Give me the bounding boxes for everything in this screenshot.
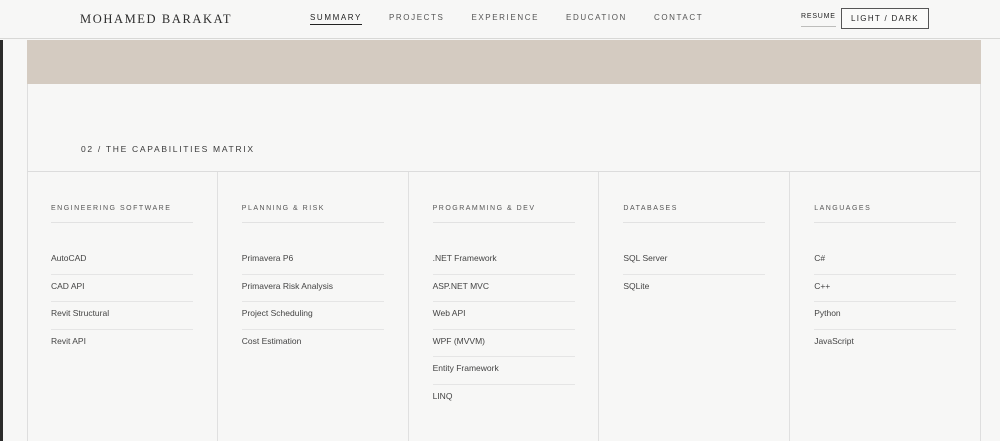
skill-item: Web API	[432, 302, 575, 330]
column-heading: DATABASES	[623, 205, 766, 223]
capabilities-matrix: ENGINEERING SOFTWARE AutoCAD CAD API Rev…	[27, 172, 981, 441]
skill-item: Cost Estimation	[241, 335, 302, 346]
skill-item: Primavera Risk Analysis	[241, 275, 384, 303]
resume-link[interactable]: RESUME	[801, 13, 836, 27]
nav-item-experience[interactable]: EXPERIENCE	[471, 13, 539, 25]
main-nav: SUMMARY PROJECTS EXPERIENCE EDUCATION CO…	[310, 13, 730, 25]
site-brand[interactable]: MOHAMED BARAKAT	[80, 12, 232, 27]
skill-item: Primavera P6	[241, 247, 384, 275]
skill-item: Revit Structural	[51, 302, 193, 330]
matrix-column-programming-dev: PROGRAMMING & DEV .NET Framework ASP.NET…	[409, 172, 600, 441]
skill-item: SQL Server	[623, 247, 766, 275]
skill-list: Primavera P6 Primavera Risk Analysis Pro…	[241, 247, 384, 357]
skill-item: AutoCAD	[51, 247, 193, 275]
skill-item: Project Scheduling	[241, 302, 384, 330]
nav-item-summary[interactable]: SUMMARY	[310, 13, 362, 25]
matrix-column-engineering-software: ENGINEERING SOFTWARE AutoCAD CAD API Rev…	[27, 172, 218, 441]
theme-toggle-button[interactable]: LIGHT / DARK	[841, 8, 929, 29]
skill-item: CAD API	[51, 275, 193, 303]
skill-item: LINQ	[432, 390, 453, 401]
left-gutter	[0, 40, 3, 441]
column-heading: LANGUAGES	[814, 205, 957, 223]
nav-item-projects[interactable]: PROJECTS	[389, 13, 444, 25]
matrix-column-databases: DATABASES SQL Server SQLite	[599, 172, 791, 441]
skill-item: SQLite	[623, 280, 650, 291]
skill-item: JavaScript	[814, 335, 854, 346]
column-heading: PROGRAMMING & DEV	[432, 205, 575, 223]
section-title: 02 / THE CAPABILITIES MATRIX	[81, 144, 255, 154]
skill-item: WPF (MVVM)	[432, 330, 575, 358]
nav-item-contact[interactable]: CONTACT	[654, 13, 703, 25]
site-header: MOHAMED BARAKAT SUMMARY PROJECTS EXPERIE…	[0, 0, 1000, 39]
hero-band	[27, 40, 981, 84]
skill-item: Entity Framework	[432, 357, 575, 385]
skill-list: SQL Server SQLite	[623, 247, 766, 302]
column-heading: ENGINEERING SOFTWARE	[51, 205, 193, 223]
matrix-column-languages: LANGUAGES C# C++ Python JavaScript	[790, 172, 981, 441]
skill-item: C++	[814, 275, 957, 303]
skill-item: Python	[814, 302, 957, 330]
column-heading: PLANNING & RISK	[241, 205, 384, 223]
nav-item-education[interactable]: EDUCATION	[566, 13, 627, 25]
skill-item: ASP.NET MVC	[432, 275, 575, 303]
skill-item: Revit API	[51, 335, 86, 346]
skill-item: C#	[814, 247, 957, 275]
skill-list: C# C++ Python JavaScript	[814, 247, 957, 357]
skill-item: .NET Framework	[432, 247, 575, 275]
skill-list: AutoCAD CAD API Revit Structural Revit A…	[51, 247, 193, 357]
page: MOHAMED BARAKAT SUMMARY PROJECTS EXPERIE…	[0, 0, 1000, 441]
matrix-column-planning-risk: PLANNING & RISK Primavera P6 Primavera R…	[218, 172, 409, 441]
skill-list: .NET Framework ASP.NET MVC Web API WPF (…	[432, 247, 575, 413]
